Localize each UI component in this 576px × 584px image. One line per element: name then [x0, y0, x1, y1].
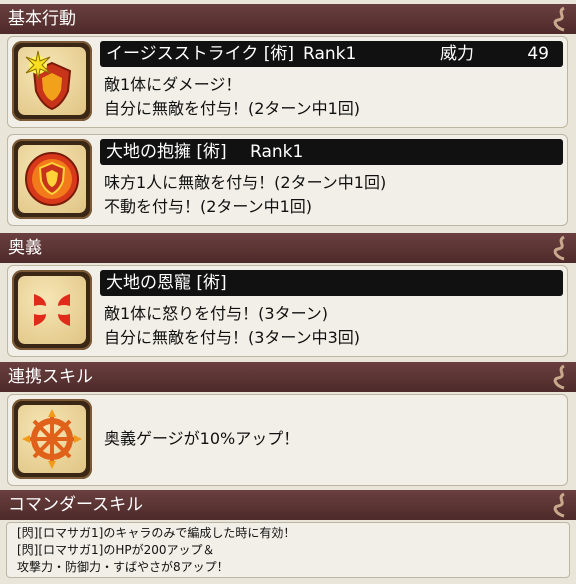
- description-line: 自分に無敵を付与！(2ターン中1回): [104, 99, 361, 118]
- section-title: 連携スキル: [8, 367, 93, 387]
- skill-title-bar: 大地の恩寵 [術]: [100, 270, 563, 296]
- description-line: 敵1体にダメージ！: [104, 75, 242, 94]
- scroll-ornament-icon: [553, 492, 565, 518]
- section-header-commander: コマンダースキル: [0, 490, 576, 520]
- scroll-ornament-icon: [553, 235, 565, 261]
- skill-icon-frame: [12, 41, 92, 121]
- power-label: 威力: [440, 44, 474, 64]
- description-line: 自分に無敵を付与！(3ターン中3回): [104, 328, 361, 347]
- commander-skill-notes: [閃][ロマサガ1]のキャラのみで編成した時に有効！ [閃][ロマサガ1]のHP…: [6, 522, 570, 578]
- shield-burst-icon: [25, 50, 72, 111]
- skill-name: イージスストライク [術]: [106, 44, 294, 64]
- skill-icon-frame: [12, 139, 92, 219]
- note-line: 攻撃力・防御力・すばやさが8アップ！: [17, 560, 229, 574]
- skill-description: 敵1体にダメージ！ 自分に無敵を付与！(2ターン中1回): [104, 73, 360, 121]
- section-title: 基本行動: [8, 9, 76, 29]
- skill-name: 大地の抱擁 [術]: [106, 142, 227, 162]
- note-line: [閃][ロマサガ1]のキャラのみで編成した時に有効！: [17, 526, 296, 540]
- burst-wheel-icon: [22, 409, 82, 469]
- section-header-basic: 基本行動: [0, 4, 576, 34]
- scroll-ornament-icon: [553, 6, 565, 32]
- section-title: 奥義: [8, 238, 42, 258]
- skill-icon-frame: [12, 270, 92, 350]
- anger-mark-icon: [34, 294, 70, 326]
- description-line: 敵1体に怒りを付与！(3ターン): [104, 304, 329, 323]
- skill-card-link[interactable]: 奥義ゲージが10%アップ！: [7, 394, 568, 486]
- scroll-ornament-icon: [553, 364, 565, 390]
- skill-description: 味方1人に無敵を付与！(2ターン中1回) 不動を付与！(2ターン中1回): [104, 171, 386, 219]
- skill-rank: Rank1: [303, 44, 357, 64]
- note-line: [閃][ロマサガ1]のHPが200アップ＆: [17, 543, 215, 557]
- skill-name: 大地の恩寵 [術]: [106, 273, 227, 293]
- skill-card-earth-grace[interactable]: 大地の恩寵 [術] 敵1体に怒りを付与！(3ターン) 自分に無敵を付与！(3ター…: [7, 265, 568, 357]
- description-line: 奥義ゲージが10%アップ！: [104, 429, 300, 448]
- skill-icon-frame: [12, 399, 92, 479]
- section-header-ougi: 奥義: [0, 233, 576, 263]
- skill-card-aegis-strike[interactable]: イージスストライク [術] Rank1 威力 49 敵1体にダメージ！ 自分に無…: [7, 36, 568, 128]
- skill-title-bar: イージスストライク [術] Rank1 威力 49: [100, 41, 563, 67]
- section-header-renkei: 連携スキル: [0, 362, 576, 392]
- description-line: 味方1人に無敵を付与！(2ターン中1回): [104, 173, 387, 192]
- description-line: 不動を付与！(2ターン中1回): [104, 197, 313, 216]
- skill-description: 奥義ゲージが10%アップ！: [104, 427, 299, 451]
- shield-aura-icon: [25, 152, 79, 206]
- power-value: 49: [527, 44, 549, 64]
- skill-rank: Rank1: [250, 142, 304, 162]
- skill-description: 敵1体に怒りを付与！(3ターン) 自分に無敵を付与！(3ターン中3回): [104, 302, 360, 350]
- section-title: コマンダースキル: [8, 495, 144, 515]
- skill-title-bar: 大地の抱擁 [術] Rank1: [100, 139, 563, 165]
- skill-card-earth-embrace[interactable]: 大地の抱擁 [術] Rank1 味方1人に無敵を付与！(2ターン中1回) 不動を…: [7, 134, 568, 226]
